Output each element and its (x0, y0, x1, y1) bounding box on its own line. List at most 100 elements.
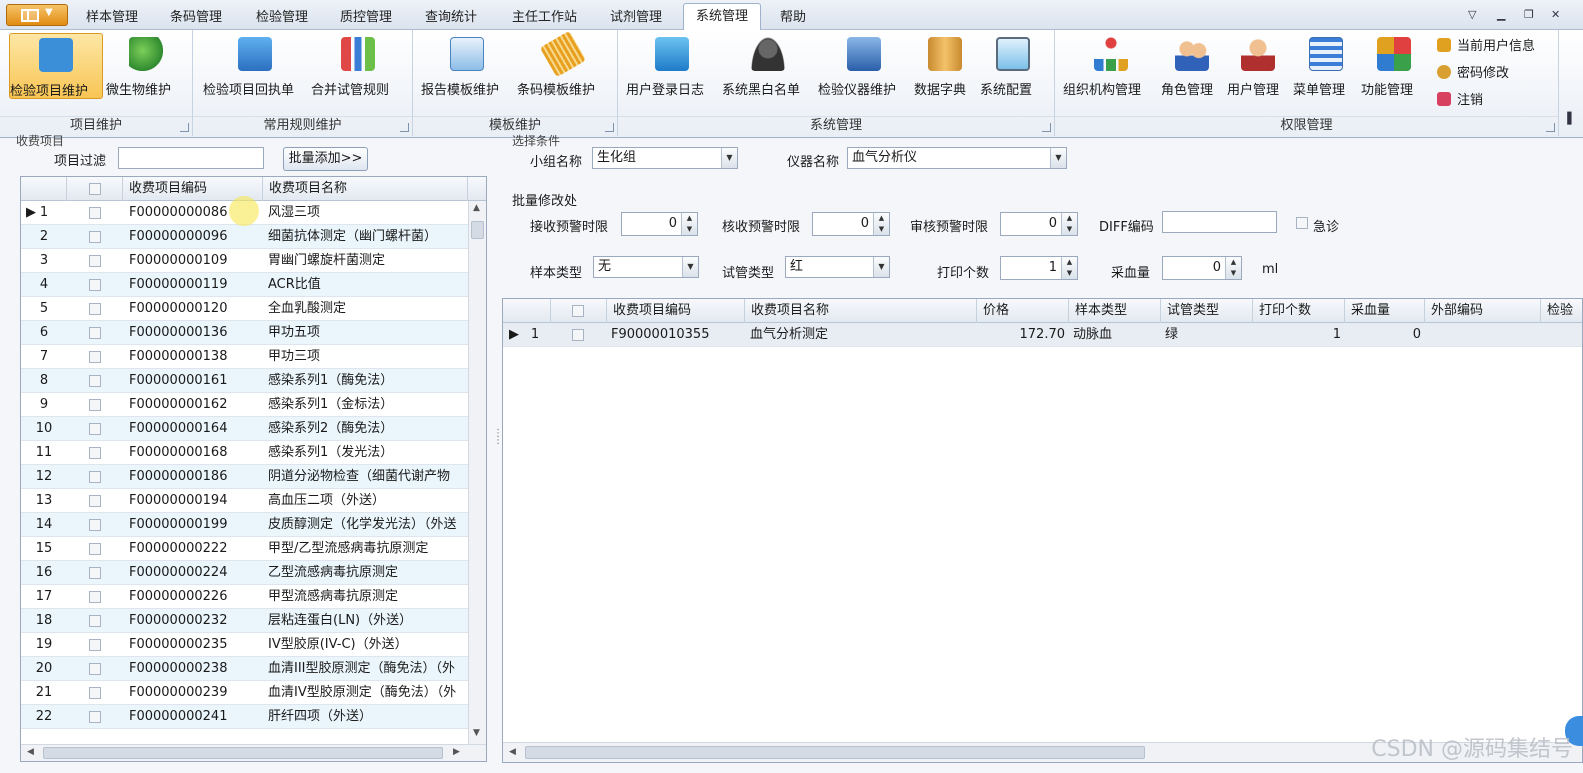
audit-warn-spinner[interactable]: 0 ▲ ▼ (1000, 212, 1078, 236)
spinner-arrows-icon[interactable]: ▲ ▼ (1061, 257, 1077, 279)
row-checkbox[interactable] (89, 519, 101, 531)
tab-help[interactable]: 帮助 (768, 7, 818, 30)
table-row[interactable]: 13 F00000000194 高血压二项（外送） (21, 489, 468, 513)
microbe-maintenance-button[interactable]: 微生物维护 (106, 33, 186, 99)
row-checkbox[interactable] (89, 543, 101, 555)
merge-tube-rule-button[interactable]: 合并试管规则 (311, 33, 405, 99)
table-row[interactable]: 7 F00000000138 甲功三项 (21, 345, 468, 369)
row-checkbox[interactable] (89, 615, 101, 627)
header-code[interactable]: 收费项目编码 (607, 299, 745, 323)
row-checkbox[interactable] (89, 375, 101, 387)
header-name[interactable]: 收费项目名称 (263, 177, 468, 201)
table-row[interactable]: 19 F00000000235 IV型胶原(IV-C)（外送） (21, 633, 468, 657)
function-management-button[interactable]: 功能管理 (1361, 33, 1427, 99)
header-tube-type[interactable]: 试管类型 (1161, 299, 1253, 323)
change-password-button[interactable]: 密码修改 (1437, 64, 1509, 84)
minimize-icon[interactable]: ▁ (1497, 8, 1505, 21)
scroll-thumb[interactable] (525, 746, 1145, 759)
org-management-button[interactable]: 组织机构管理 (1063, 33, 1159, 99)
recv-warn-spinner[interactable]: 0 ▲ ▼ (621, 212, 698, 236)
row-checkbox[interactable] (89, 663, 101, 675)
receipt-button[interactable]: 检验项目回执单 (203, 33, 307, 99)
group-launcher-icon[interactable] (605, 123, 614, 132)
current-user-info-button[interactable]: 当前用户信息 (1437, 37, 1535, 57)
ribbon-collapse-icon[interactable]: ▽ (1468, 8, 1476, 21)
restore-icon[interactable]: ❐ (1524, 8, 1534, 21)
row-checkbox[interactable] (89, 207, 101, 219)
table-row[interactable]: ▶ 1 F90000010355 血气分析测定 172.70 动脉血 绿 1 0 (503, 323, 1582, 347)
select-all-checkbox[interactable] (89, 183, 101, 195)
row-checkbox[interactable] (572, 329, 584, 341)
table-row[interactable]: 22 F00000000241 肝纤四项（外送） (21, 705, 468, 729)
header-sample-type[interactable]: 样本类型 (1069, 299, 1161, 323)
row-checkbox[interactable] (89, 471, 101, 483)
header-blood-volume[interactable]: 采血量 (1345, 299, 1425, 323)
vertical-scrollbar[interactable]: ▲ ▼ (468, 201, 486, 744)
group-launcher-icon[interactable] (180, 123, 189, 132)
row-checkbox[interactable] (89, 255, 101, 267)
tab-director[interactable]: 主任工作站 (500, 7, 589, 30)
system-config-button[interactable]: 系统配置 (980, 33, 1046, 99)
logout-button[interactable]: 注销 (1437, 91, 1483, 111)
tab-barcode[interactable]: 条码管理 (158, 7, 234, 30)
report-template-button[interactable]: 报告模板维护 (421, 33, 513, 99)
blood-volume-spinner[interactable]: 0 ▲ ▼ (1162, 256, 1242, 280)
row-checkbox[interactable] (89, 327, 101, 339)
sample-type-select[interactable]: 无 ▼ (593, 256, 699, 278)
urgent-checkbox[interactable] (1296, 217, 1308, 229)
panel-splitter[interactable]: ⋮ ⋮ (493, 429, 503, 460)
row-checkbox[interactable] (89, 399, 101, 411)
table-row[interactable]: 15 F00000000222 甲型/乙型流感病毒抗原测定 (21, 537, 468, 561)
header-select[interactable] (551, 299, 607, 323)
group-launcher-icon[interactable] (1042, 123, 1051, 132)
chevron-down-icon[interactable]: ▼ (682, 257, 698, 277)
scroll-left-icon[interactable]: ◀ (27, 747, 34, 757)
tab-sample[interactable]: 样本管理 (74, 7, 150, 30)
instrument-maintenance-button[interactable]: 检验仪器维护 (818, 33, 910, 99)
tab-testing[interactable]: 检验管理 (244, 7, 320, 30)
item-filter-input[interactable] (118, 147, 264, 169)
table-row[interactable]: 17 F00000000226 甲型流感病毒抗原测定 (21, 585, 468, 609)
table-row[interactable]: 14 F00000000199 皮质醇测定（化学发光法）（外送 (21, 513, 468, 537)
table-row[interactable]: 10 F00000000164 感染系列2（酶免法） (21, 417, 468, 441)
scroll-down-icon[interactable]: ▼ (473, 728, 480, 738)
batch-add-button[interactable]: 批量添加>> (283, 147, 368, 171)
table-row[interactable]: 2 F00000000096 细菌抗体测定（幽门螺杆菌） (21, 225, 468, 249)
scroll-right-icon[interactable]: ▶ (453, 747, 460, 757)
user-management-button[interactable]: 用户管理 (1227, 33, 1289, 99)
table-row[interactable]: 16 F00000000224 乙型流感病毒抗原测定 (21, 561, 468, 585)
tube-type-select[interactable]: 红 ▼ (785, 256, 890, 278)
instrument-select[interactable]: 血气分析仪 ▼ (847, 147, 1067, 169)
row-checkbox[interactable] (89, 687, 101, 699)
row-checkbox[interactable] (89, 231, 101, 243)
spinner-arrows-icon[interactable]: ▲ ▼ (1225, 257, 1241, 279)
app-menu-button[interactable]: ▼ (6, 4, 68, 26)
check-warn-spinner[interactable]: 0 ▲ ▼ (812, 212, 890, 236)
tab-system[interactable]: 系统管理 (683, 3, 762, 31)
data-dictionary-button[interactable]: 数据字典 (914, 33, 976, 99)
spinner-arrows-icon[interactable]: ▲ ▼ (681, 213, 697, 235)
row-checkbox[interactable] (89, 495, 101, 507)
test-item-maintenance-button[interactable]: 检验项目维护 (9, 33, 103, 99)
table-row[interactable]: 3 F00000000109 胃幽门螺旋杆菌测定 (21, 249, 468, 273)
row-checkbox[interactable] (89, 279, 101, 291)
scroll-up-icon[interactable]: ▲ (473, 203, 480, 213)
select-all-checkbox[interactable] (572, 305, 584, 317)
table-row[interactable]: 9 F00000000162 感染系列1（金标法） (21, 393, 468, 417)
row-checkbox[interactable] (89, 711, 101, 723)
ribbon-scroll-icon[interactable]: ▐ (1563, 112, 1571, 125)
table-row[interactable]: 6 F00000000136 甲功五项 (21, 321, 468, 345)
row-checkbox[interactable] (89, 423, 101, 435)
chevron-down-icon[interactable]: ▼ (873, 257, 889, 277)
row-checkbox[interactable] (89, 567, 101, 579)
table-row[interactable]: 5 F00000000120 全血乳酸测定 (21, 297, 468, 321)
row-checkbox[interactable] (89, 447, 101, 459)
table-row[interactable]: 11 F00000000168 感染系列1（发光法） (21, 441, 468, 465)
group-select[interactable]: 生化组 ▼ (592, 147, 738, 169)
spinner-arrows-icon[interactable]: ▲ ▼ (1061, 213, 1077, 235)
header-price[interactable]: 价格 (977, 299, 1069, 323)
header-test[interactable]: 检验 (1541, 299, 1582, 323)
role-management-button[interactable]: 角色管理 (1161, 33, 1223, 99)
menu-management-button[interactable]: 菜单管理 (1293, 33, 1359, 99)
scroll-thumb[interactable] (43, 747, 443, 759)
